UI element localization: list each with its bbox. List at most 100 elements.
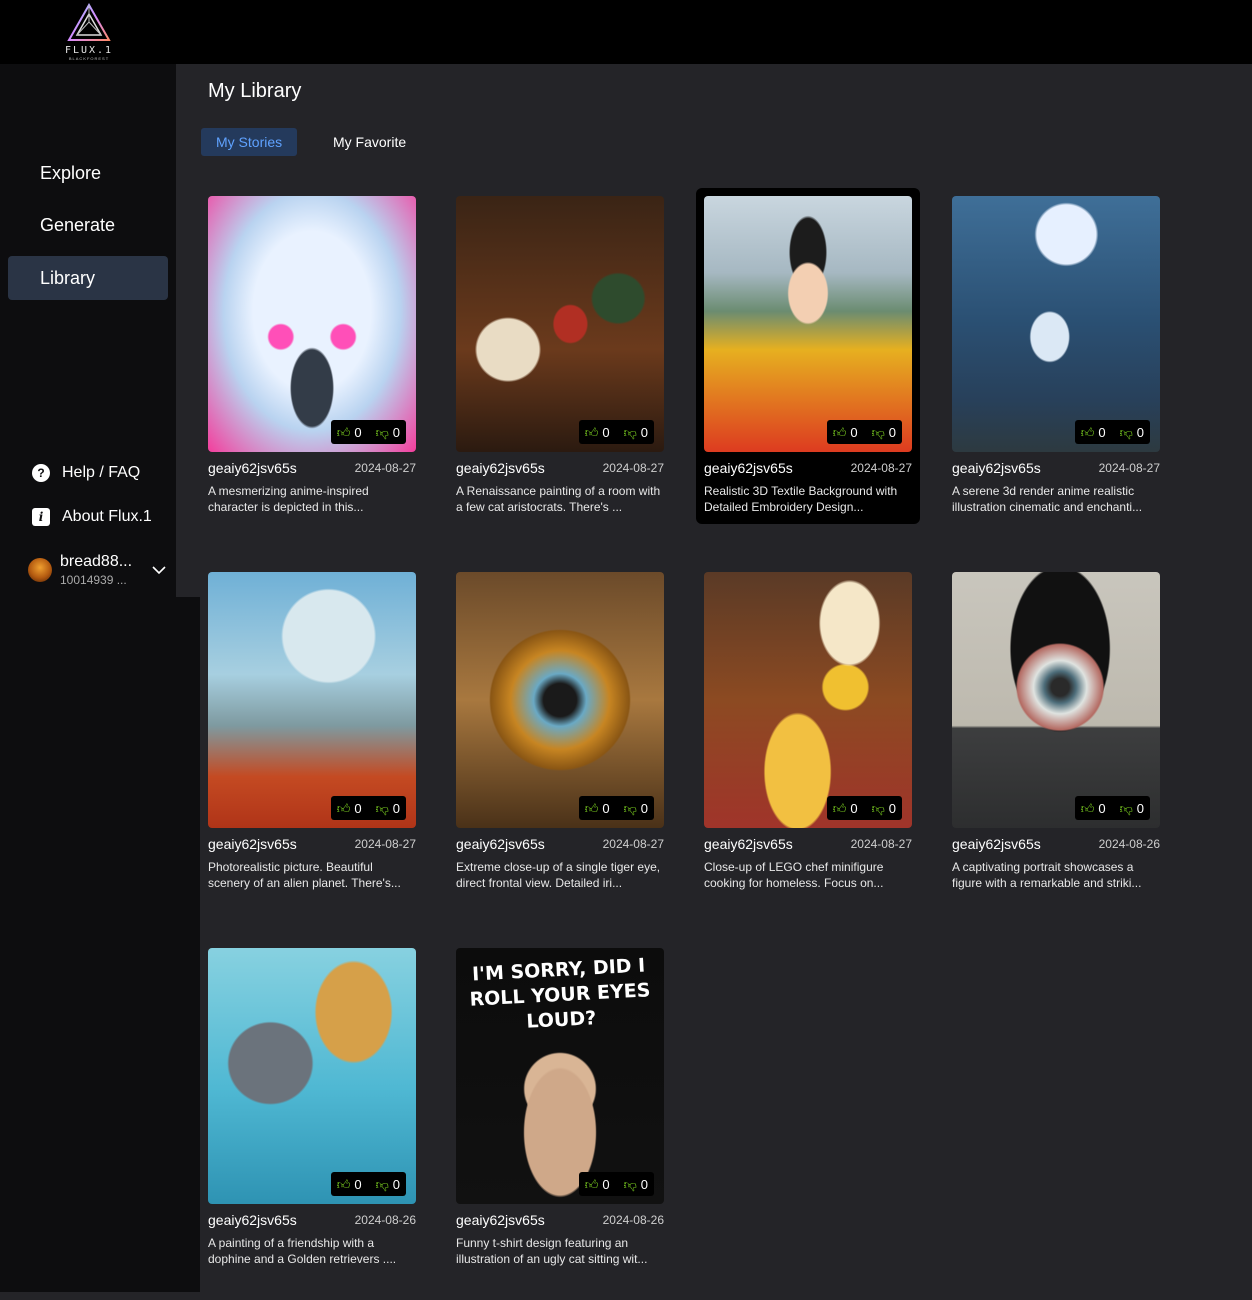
- thumbs-up-icon: 👍︎: [832, 424, 847, 440]
- vote-bar: 👍︎ 0 👎︎ 0: [826, 796, 902, 820]
- thumbs-up-icon: 👍︎: [584, 424, 599, 440]
- dislike-button[interactable]: 👎︎ 0: [624, 425, 648, 440]
- dislike-button[interactable]: 👎︎ 0: [1120, 425, 1144, 440]
- like-button[interactable]: 👍︎ 0: [1081, 425, 1106, 440]
- like-button[interactable]: 👍︎ 0: [337, 425, 362, 440]
- card-author[interactable]: geaiy62jsv65s: [208, 1212, 297, 1228]
- dislike-button[interactable]: 👎︎ 0: [872, 801, 896, 816]
- card-author[interactable]: geaiy62jsv65s: [456, 836, 545, 852]
- thumbs-up-icon: 👍︎: [584, 800, 599, 816]
- like-count: 0: [354, 1176, 362, 1192]
- help-faq-label: Help / FAQ: [62, 464, 141, 481]
- thumbs-up-icon: 👍︎: [832, 800, 847, 816]
- card-author[interactable]: geaiy62jsv65s: [208, 460, 297, 476]
- card-date: 2024-08-26: [354, 1213, 416, 1227]
- card-description: A serene 3d render anime realistic illus…: [952, 484, 1143, 514]
- story-thumbnail[interactable]: 👍︎ 0 👎︎ 0: [952, 196, 1160, 452]
- dislike-button[interactable]: 👎︎ 0: [1120, 801, 1144, 816]
- like-button[interactable]: 👍︎ 0: [833, 425, 858, 440]
- like-count: 0: [354, 800, 362, 816]
- story-thumbnail[interactable]: 👍︎ 0 👎︎ 0: [456, 196, 664, 452]
- story-card[interactable]: 👍︎ 0 👎︎ 0 geaiy62jsv65s 2024-08-27 Realistic 3…: [696, 188, 920, 524]
- help-faq-link[interactable]: ? Help / FAQ: [32, 461, 140, 485]
- story-thumbnail[interactable]: 👍︎ 0 👎︎ 0: [704, 572, 912, 828]
- flux-triangle-icon: [67, 2, 111, 41]
- story-card[interactable]: 👍︎ 0 👎︎ 0 geaiy62jsv65s 2024-08-27 Extreme clo…: [448, 564, 672, 900]
- dislike-button[interactable]: 👎︎ 0: [376, 801, 400, 816]
- story-card[interactable]: 👍︎ 0 👎︎ 0 geaiy62jsv65s 2024-08-27 A serene 3d…: [944, 188, 1168, 524]
- tab-my-favorite[interactable]: My Favorite: [318, 128, 421, 156]
- card-author[interactable]: geaiy62jsv65s: [456, 1212, 545, 1228]
- nav-library[interactable]: Library: [8, 256, 168, 300]
- story-thumbnail[interactable]: 👍︎ 0 👎︎ 0: [208, 196, 416, 452]
- card-author[interactable]: geaiy62jsv65s: [704, 460, 793, 476]
- card-author[interactable]: geaiy62jsv65s: [208, 836, 297, 852]
- story-thumbnail[interactable]: 👍︎ 0 👎︎ 0: [456, 572, 664, 828]
- nav-explore[interactable]: Explore: [8, 151, 168, 195]
- card-author[interactable]: geaiy62jsv65s: [952, 836, 1041, 852]
- dislike-button[interactable]: 👎︎ 0: [376, 425, 400, 440]
- card-description: Close-up of LEGO chef minifigure cooking…: [704, 860, 884, 890]
- like-count: 0: [1098, 800, 1106, 816]
- like-count: 0: [850, 424, 858, 440]
- thumbs-up-icon: 👍︎: [336, 1176, 351, 1192]
- story-card[interactable]: I'M SORRY, DID I ROLL YOUR EYES LOUD? 👍︎ 0 👎︎…: [448, 940, 672, 1276]
- story-card[interactable]: 👍︎ 0 👎︎ 0 geaiy62jsv65s 2024-08-27 A Renaissan…: [448, 188, 672, 524]
- thumbs-down-icon: 👎︎: [1119, 424, 1133, 440]
- like-button[interactable]: 👍︎ 0: [337, 1177, 362, 1192]
- user-name: bread88...: [60, 553, 133, 570]
- card-date: 2024-08-27: [354, 837, 416, 851]
- thumbs-up-icon: 👍︎: [1080, 800, 1095, 816]
- vote-bar: 👍︎ 0 👎︎ 0: [1074, 420, 1150, 444]
- story-thumbnail[interactable]: 👍︎ 0 👎︎ 0: [208, 948, 416, 1204]
- story-thumbnail[interactable]: I'M SORRY, DID I ROLL YOUR EYES LOUD? 👍︎ 0 👎︎…: [456, 948, 664, 1204]
- story-card[interactable]: 👍︎ 0 👎︎ 0 geaiy62jsv65s 2024-08-27 Photorealis…: [200, 564, 424, 900]
- card-date: 2024-08-27: [1098, 461, 1160, 475]
- user-menu[interactable]: bread88... 10014939 ...: [28, 550, 168, 590]
- vote-bar: 👍︎ 0 👎︎ 0: [330, 420, 406, 444]
- story-thumbnail[interactable]: 👍︎ 0 👎︎ 0: [704, 196, 912, 452]
- vote-bar: 👍︎ 0 👎︎ 0: [330, 796, 406, 820]
- card-author[interactable]: geaiy62jsv65s: [952, 460, 1041, 476]
- thumbs-down-icon: 👎︎: [375, 1176, 389, 1192]
- like-button[interactable]: 👍︎ 0: [585, 425, 610, 440]
- story-card[interactable]: 👍︎ 0 👎︎ 0 geaiy62jsv65s 2024-08-27 A mesmerizi…: [200, 188, 424, 524]
- like-button[interactable]: 👍︎ 0: [585, 1177, 610, 1192]
- like-button[interactable]: 👍︎ 0: [1081, 801, 1106, 816]
- card-author[interactable]: geaiy62jsv65s: [704, 836, 793, 852]
- card-description: Realistic 3D Textile Background with Det…: [704, 484, 898, 514]
- card-date: 2024-08-26: [602, 1213, 664, 1227]
- card-description: Funny t-shirt design featuring an illust…: [456, 1236, 648, 1266]
- card-description: A painting of a friendship with a dophin…: [208, 1236, 397, 1266]
- story-card[interactable]: 👍︎ 0 👎︎ 0 geaiy62jsv65s 2024-08-26 A painting …: [200, 940, 424, 1276]
- like-count: 0: [602, 1176, 610, 1192]
- story-thumbnail[interactable]: 👍︎ 0 👎︎ 0: [952, 572, 1160, 828]
- like-button[interactable]: 👍︎ 0: [337, 801, 362, 816]
- card-description: Extreme close-up of a single tiger eye, …: [456, 860, 661, 890]
- story-card[interactable]: 👍︎ 0 👎︎ 0 geaiy62jsv65s 2024-08-27 Close-up of…: [696, 564, 920, 900]
- dislike-button[interactable]: 👎︎ 0: [624, 1177, 648, 1192]
- like-button[interactable]: 👍︎ 0: [833, 801, 858, 816]
- nav-generate[interactable]: Generate: [8, 203, 168, 247]
- like-button[interactable]: 👍︎ 0: [585, 801, 610, 816]
- dislike-count: 0: [888, 800, 896, 816]
- flux-logo[interactable]: FLUX.1 BLACKFOREST: [56, 2, 122, 62]
- dislike-button[interactable]: 👎︎ 0: [624, 801, 648, 816]
- thumbs-down-icon: 👎︎: [623, 800, 637, 816]
- sidebar-lower-panel: [0, 597, 200, 1292]
- story-card[interactable]: 👍︎ 0 👎︎ 0 geaiy62jsv65s 2024-08-26 A captivati…: [944, 564, 1168, 900]
- card-author[interactable]: geaiy62jsv65s: [456, 460, 545, 476]
- like-count: 0: [602, 424, 610, 440]
- thumbs-up-icon: 👍︎: [336, 800, 351, 816]
- dislike-count: 0: [640, 1176, 648, 1192]
- thumbs-up-icon: 👍︎: [336, 424, 351, 440]
- card-date: 2024-08-27: [850, 461, 912, 475]
- story-thumbnail[interactable]: 👍︎ 0 👎︎ 0: [208, 572, 416, 828]
- dislike-button[interactable]: 👎︎ 0: [872, 425, 896, 440]
- chevron-down-icon[interactable]: [150, 561, 168, 579]
- dislike-button[interactable]: 👎︎ 0: [376, 1177, 400, 1192]
- thumbs-down-icon: 👎︎: [871, 800, 885, 816]
- tab-my-stories[interactable]: My Stories: [201, 128, 298, 156]
- about-flux-link[interactable]: i About Flux.1: [32, 505, 152, 529]
- vote-bar: 👍︎ 0 👎︎ 0: [330, 1172, 406, 1196]
